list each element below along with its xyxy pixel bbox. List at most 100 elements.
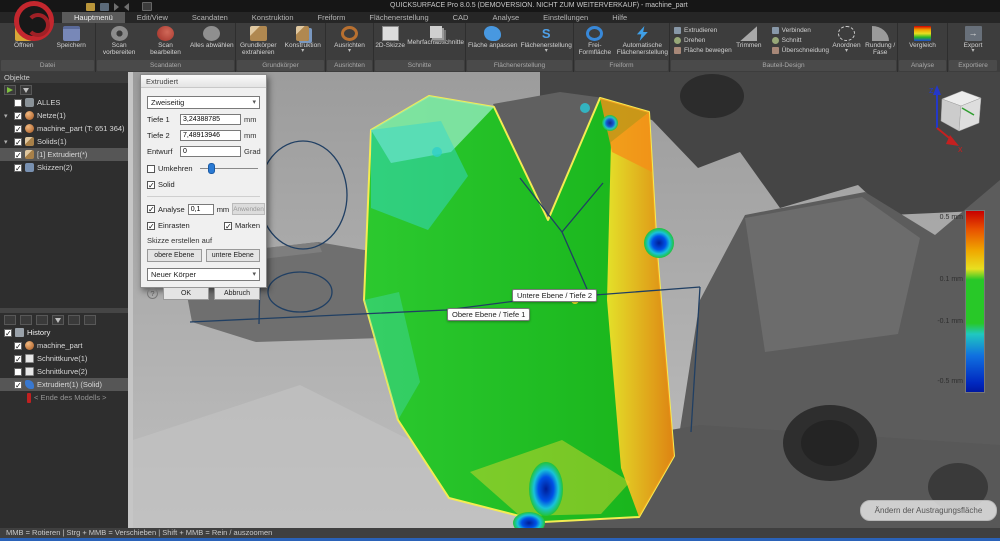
ok-button[interactable]: OK — [163, 287, 209, 300]
skizze-2d-button[interactable]: 2D-Skizze — [374, 24, 406, 49]
mehrfachabschnitte-button[interactable]: Mehrfachabschnitte — [406, 24, 465, 46]
analyse-checkbox[interactable] — [147, 205, 155, 213]
export-button[interactable]: Export — [948, 24, 998, 53]
tab-hilfe[interactable]: Hilfe — [600, 12, 639, 23]
slider-handle[interactable] — [208, 163, 215, 174]
untere-ebene-handle[interactable]: Untere Ebene / Tiefe 2 — [512, 289, 597, 302]
hist-machine-part-checkbox[interactable] — [14, 342, 22, 350]
anwenden-button[interactable]: Anwenden — [232, 203, 265, 215]
vergleich-button[interactable]: Vergleich — [898, 24, 947, 49]
undo-icon[interactable] — [114, 3, 119, 11]
verbinden-item[interactable]: Verbinden — [772, 27, 828, 34]
tab-einstellungen[interactable]: Einstellungen — [531, 12, 600, 23]
tab-cad[interactable]: CAD — [441, 12, 481, 23]
history-item-schnittkurve1[interactable]: Schnittkurve(1) — [0, 352, 128, 365]
history-last-icon[interactable] — [84, 315, 96, 325]
alles-checkbox[interactable] — [14, 99, 22, 107]
history-first-icon[interactable] — [68, 315, 80, 325]
schnittkurve1-checkbox[interactable] — [14, 355, 22, 363]
untere-ebene-button[interactable]: untere Ebene — [206, 249, 261, 262]
scan-vorbereiten-button[interactable]: Scan vorbereiten — [96, 24, 142, 56]
schnittkurve2-checkbox[interactable] — [14, 368, 22, 376]
entwurf-input[interactable] — [180, 146, 241, 157]
history-filter-icon[interactable] — [52, 315, 64, 325]
ueberschneidung-item[interactable]: Überschneidung — [772, 47, 828, 54]
direction-combo[interactable]: Zweiseitig — [147, 96, 260, 109]
anordnen-button[interactable]: Anordnen — [830, 24, 864, 53]
hist-extrudiert-checkbox[interactable] — [14, 381, 22, 389]
sketch-icon — [25, 163, 34, 172]
konstruktion-button[interactable]: Konstruktion — [281, 24, 326, 53]
grundkoerper-extrahieren-button[interactable]: Grundkörper extrahieren — [236, 24, 281, 56]
expand-arrow-icon[interactable] — [4, 112, 11, 120]
drehen-item[interactable]: Drehen — [674, 37, 728, 44]
einrasten-checkbox[interactable] — [147, 222, 155, 230]
tab-freiform[interactable]: Freiform — [306, 12, 358, 23]
analyse-label: Analyse — [158, 205, 185, 214]
expand-arrow-icon[interactable] — [4, 138, 11, 146]
rundung-fase-button[interactable]: Rundung / Fase — [863, 24, 897, 56]
history-item-root[interactable]: History — [0, 326, 128, 339]
solids-checkbox[interactable] — [14, 138, 22, 146]
tree-item-alles[interactable]: ALLES — [0, 96, 128, 109]
history-item-extrudiert[interactable]: Extrudiert(1) (Solid) — [0, 378, 128, 391]
obere-ebene-handle[interactable]: Obere Ebene / Tiefe 1 — [447, 308, 530, 321]
tab-scandaten[interactable]: Scandaten — [180, 12, 240, 23]
analyse-tolerance-input[interactable] — [188, 204, 214, 215]
tiefe2-input[interactable] — [180, 130, 241, 141]
tab-edit-view[interactable]: Edit/View — [125, 12, 180, 23]
tab-hauptmenu[interactable]: Hauptmenü — [62, 12, 125, 23]
tab-flaechenerstellung[interactable]: Flächenerstellung — [357, 12, 440, 23]
flaeche-bewegen-item[interactable]: Fläche bewegen — [674, 47, 728, 54]
scan-bearbeiten-button[interactable]: Scan bearbeiten — [142, 24, 188, 56]
tree-item-machine-part[interactable]: machine_part (T: 651 364) — [0, 122, 128, 135]
flag-icon[interactable] — [4, 85, 16, 95]
chevron-down-icon — [845, 49, 848, 53]
umkehren-checkbox[interactable] — [147, 165, 155, 173]
extrudiert-checkbox[interactable] — [14, 151, 22, 159]
cancel-button[interactable]: Abbruch — [214, 287, 260, 300]
redo-icon[interactable] — [124, 3, 129, 11]
history-item-ende[interactable]: < Ende des Modells > — [0, 391, 128, 404]
trimmen-button[interactable]: Trimmen — [730, 24, 768, 49]
alles-abwaehlen-button[interactable]: Alles abwählen — [189, 24, 235, 49]
save-button[interactable]: Speichern — [48, 24, 96, 49]
history-checkbox[interactable] — [4, 329, 12, 337]
obere-ebene-button[interactable]: obere Ebene — [147, 249, 202, 262]
flaeche-anpassen-button[interactable]: Fläche anpassen — [466, 24, 520, 49]
tree-item-netze[interactable]: Netze(1) — [0, 109, 128, 122]
ausrichten-button[interactable]: Ausrichten — [326, 24, 373, 53]
tree-item-skizzen[interactable]: Skizzen(2) — [0, 161, 128, 174]
fit-surface-icon — [484, 26, 501, 41]
end-marker-icon — [27, 393, 31, 403]
history-item-machine-part[interactable]: machine_part — [0, 339, 128, 352]
qat-menu-icon[interactable] — [142, 2, 152, 11]
umkehren-slider[interactable] — [200, 163, 260, 174]
history-play-icon[interactable] — [36, 315, 48, 325]
flaechenerstellung-button[interactable]: Flächenerstellung — [520, 24, 574, 53]
help-button[interactable]: ? — [147, 288, 158, 299]
frei-formflaeche-button[interactable]: Frei-Formfläche — [574, 24, 616, 56]
tab-analyse[interactable]: Analyse — [480, 12, 531, 23]
tab-konstruktion[interactable]: Konstruktion — [240, 12, 306, 23]
schnitt-item[interactable]: Schnitt — [772, 37, 828, 44]
solid-checkbox[interactable] — [147, 181, 155, 189]
machine-part-checkbox[interactable] — [14, 125, 22, 133]
automatische-flaechenerstellung-button[interactable]: Automatische Flächenerstellung — [616, 24, 669, 56]
save-icon[interactable] — [100, 3, 109, 11]
filter-icon[interactable] — [20, 85, 32, 95]
extrudieren-item[interactable]: Extrudieren — [674, 27, 728, 34]
marken-checkbox[interactable] — [224, 222, 232, 230]
open-icon[interactable] — [86, 3, 95, 11]
tree-item-solids[interactable]: Solids(1) — [0, 135, 128, 148]
result-body-combo[interactable]: Neuer Körper — [147, 268, 260, 281]
tiefe1-input[interactable] — [180, 114, 241, 125]
netze-checkbox[interactable] — [14, 112, 22, 120]
history-item-schnittkurve2[interactable]: Schnittkurve(2) — [0, 365, 128, 378]
tree-item-extrudiert[interactable]: [1] Extrudiert(*) — [0, 148, 128, 161]
history-tree-icon[interactable] — [20, 315, 32, 325]
panel-resize-splitter[interactable] — [128, 72, 133, 528]
history-list-icon[interactable] — [4, 315, 16, 325]
skizzen-checkbox[interactable] — [14, 164, 22, 172]
app-logo[interactable] — [14, 1, 54, 41]
